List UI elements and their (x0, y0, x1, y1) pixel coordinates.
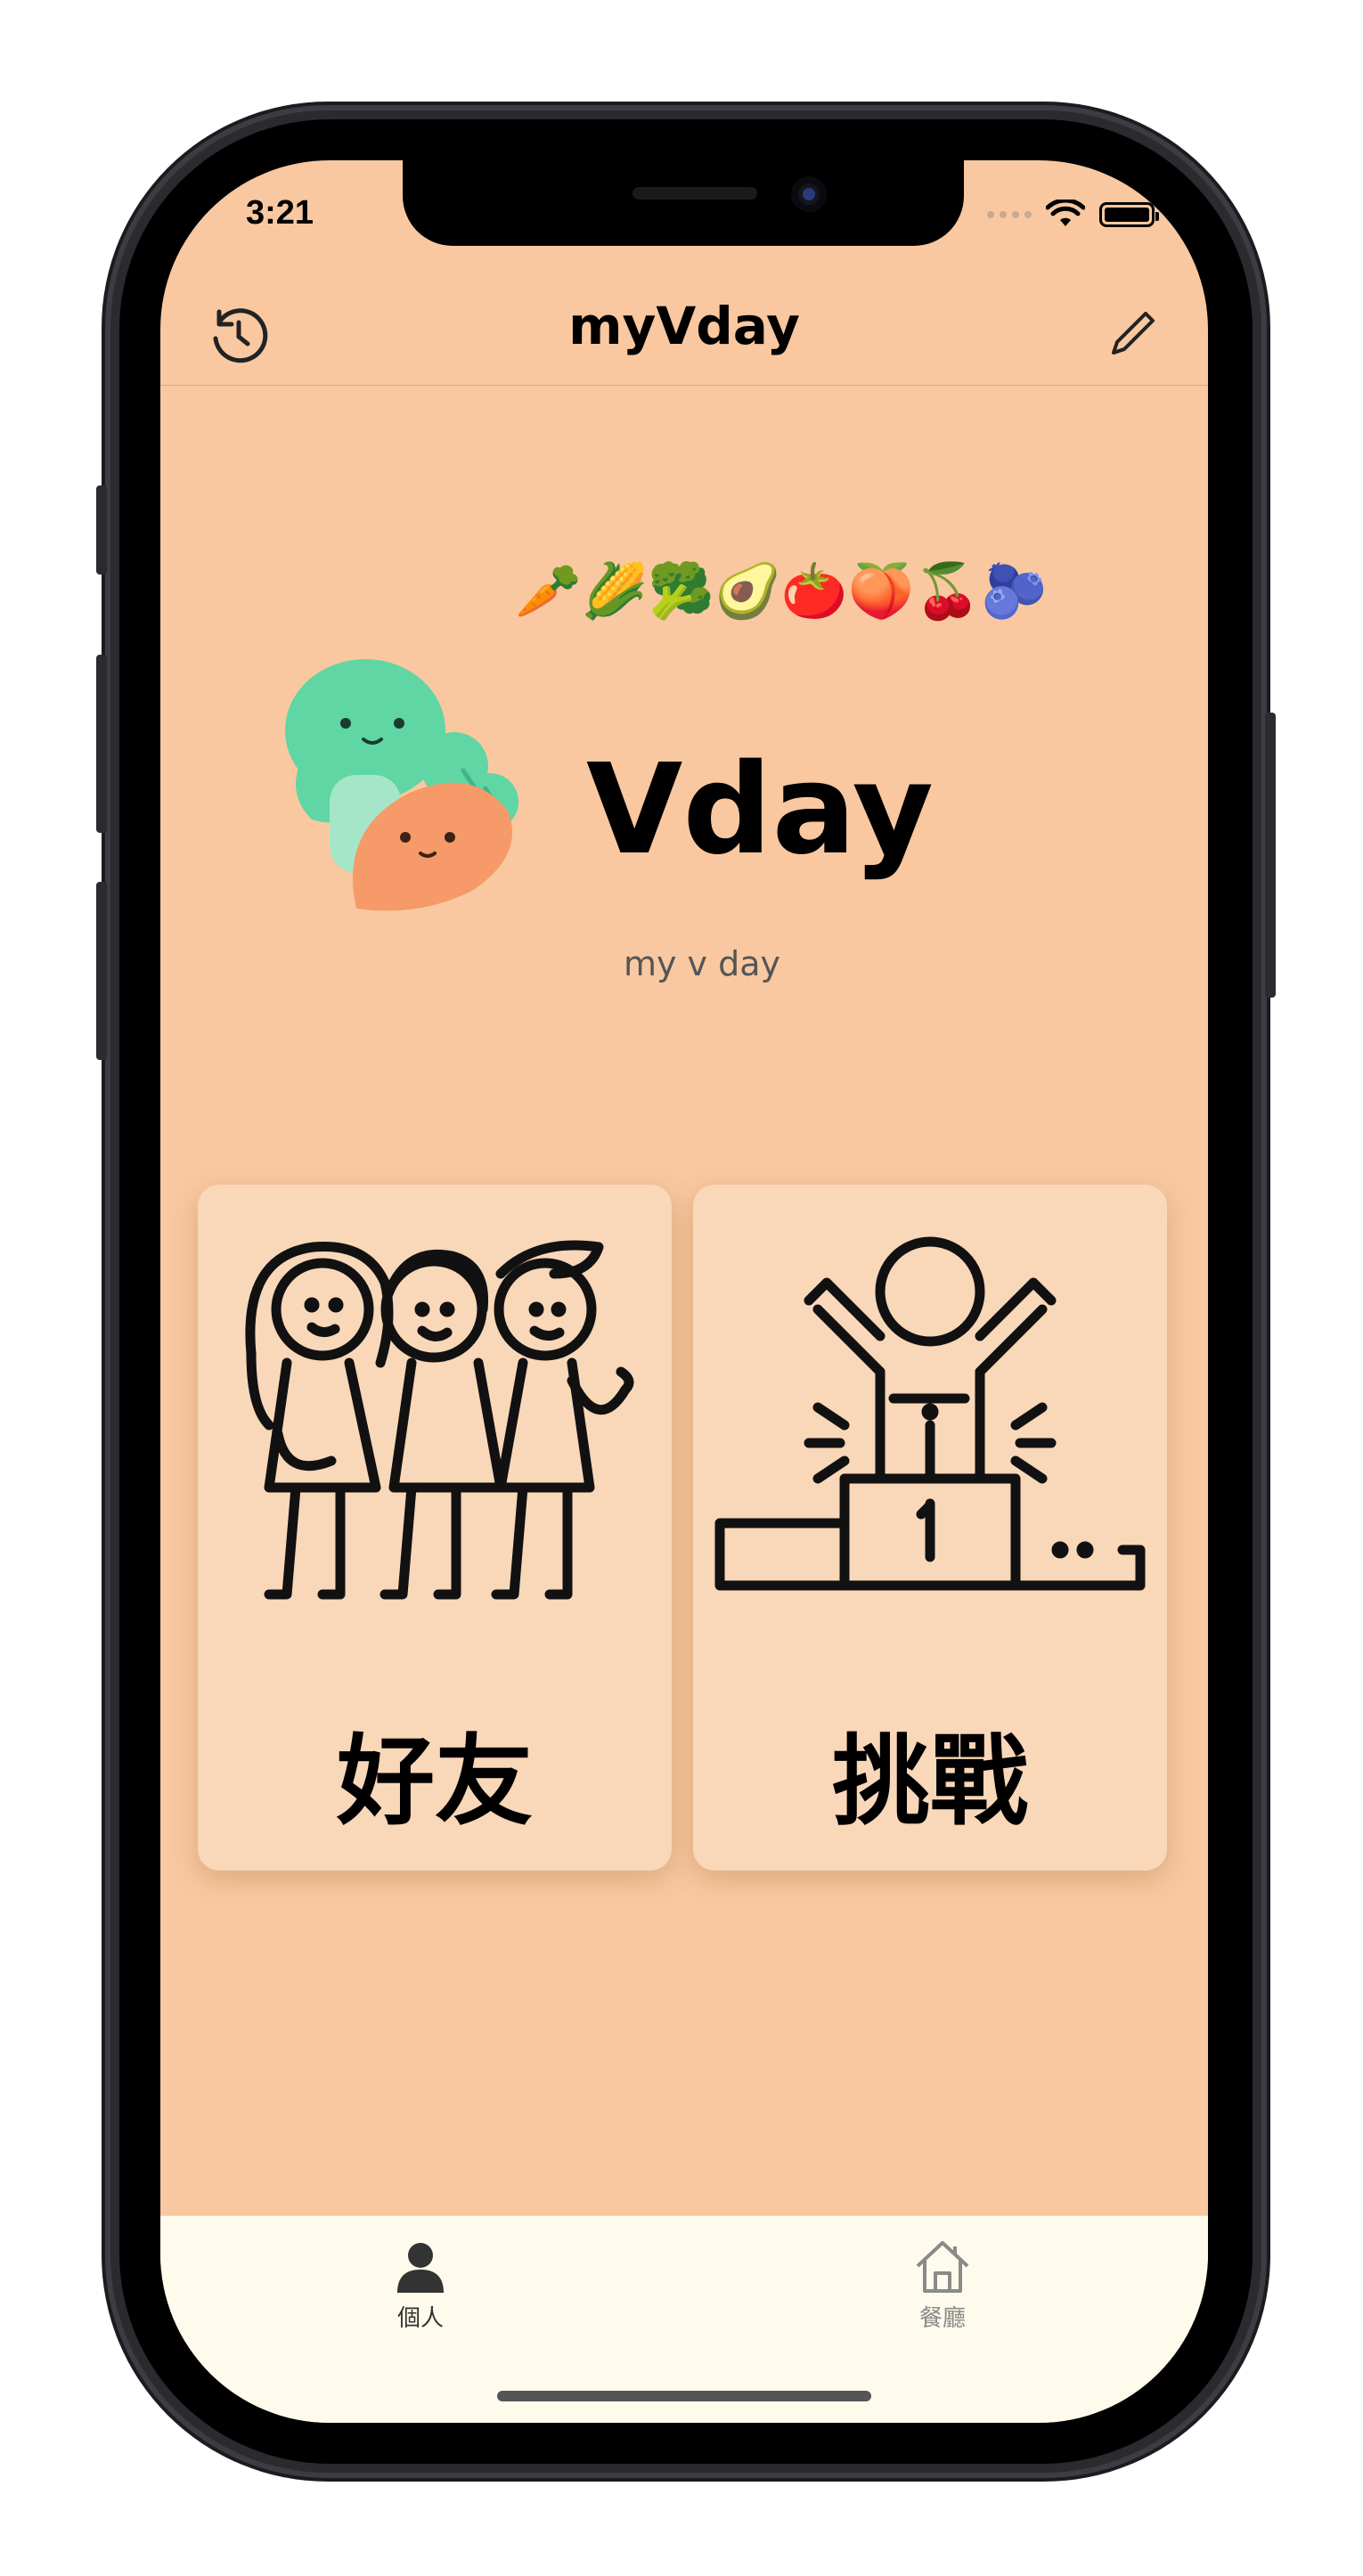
battery-icon (1099, 202, 1159, 227)
wifi-icon (1046, 200, 1085, 226)
vegetable-emoji-row: 🥕🌽🥦🥑🍅🍑🍒🫐 (515, 560, 1048, 623)
vegetable-mascot-logo (285, 659, 518, 911)
notch (403, 160, 964, 246)
power-button (1265, 713, 1276, 998)
tagline: my v day (623, 944, 781, 983)
tab-bar: 個人 餐廳 (160, 2215, 1208, 2423)
navigation-bar: myVday (160, 278, 1208, 386)
mute-switch (96, 485, 107, 575)
status-time: 3:21 (246, 194, 314, 232)
challenge-card[interactable]: 挑戰 (693, 1185, 1167, 1871)
pencil-icon[interactable] (1105, 305, 1162, 362)
person-icon (397, 2243, 444, 2293)
tab-personal-label: 個人 (396, 2305, 444, 2332)
signal-dots-icon (987, 211, 1032, 218)
app-screen: 3:21 myVday 🥕🌽🥦🥑🍅🍑🍒🫐 Vday my v day 好友 挑戰… (160, 160, 1208, 2423)
volume-down-button (96, 882, 107, 1060)
friends-card[interactable]: 好友 (198, 1185, 672, 1871)
friends-illustration (245, 1240, 634, 1600)
tab-personal[interactable]: 個人 (349, 2238, 492, 2333)
brand-name: Vday (586, 738, 934, 883)
nav-title: myVday (568, 296, 800, 356)
friends-label: 好友 (337, 1724, 533, 1838)
tab-restaurant[interactable]: 餐廳 (871, 2238, 1014, 2333)
speaker-grille (633, 187, 757, 200)
house-icon (916, 2241, 969, 2293)
status-icons (987, 200, 1159, 230)
tab-restaurant-label: 餐廳 (918, 2305, 966, 2332)
podium-winner-illustration (714, 1236, 1146, 1591)
volume-up-button (96, 655, 107, 833)
front-camera (791, 176, 827, 212)
challenge-label: 挑戰 (832, 1724, 1028, 1838)
home-indicator[interactable] (497, 2391, 871, 2401)
